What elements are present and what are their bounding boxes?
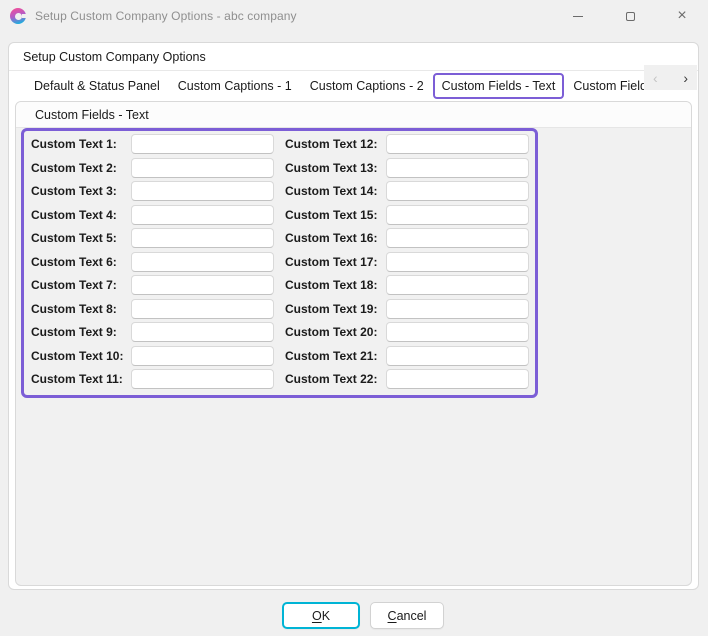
- groupbox-title: Custom Fields - Text: [35, 108, 149, 122]
- groupbox-header: Custom Fields - Text: [16, 102, 691, 128]
- custom-text-8-label: Custom Text 8:: [31, 302, 131, 316]
- window-title: Setup Custom Company Options - abc compa…: [35, 9, 297, 23]
- custom-text-13-input[interactable]: [386, 158, 529, 178]
- custom-text-3-input[interactable]: [131, 181, 274, 201]
- custom-text-16-label: Custom Text 16:: [285, 231, 386, 245]
- custom-text-13-label: Custom Text 13:: [285, 161, 386, 175]
- custom-text-19-input[interactable]: [386, 299, 529, 319]
- custom-text-11-input[interactable]: [131, 369, 274, 389]
- custom-text-18-label: Custom Text 18:: [285, 278, 386, 292]
- tabstrip: Default & Status Panel Custom Captions -…: [9, 71, 698, 101]
- custom-text-3-label: Custom Text 3:: [31, 184, 131, 198]
- fields-grid: Custom Text 1: Custom Text 12: Custom Text…: [31, 134, 533, 390]
- custom-text-19-label: Custom Text 19:: [285, 302, 386, 316]
- dialog-header: Setup Custom Company Options: [9, 43, 698, 71]
- custom-text-17-label: Custom Text 17:: [285, 255, 386, 269]
- custom-fields-panel: Custom Text 1: Custom Text 12: Custom Text…: [21, 128, 538, 398]
- custom-text-20-label: Custom Text 20:: [285, 325, 386, 339]
- custom-text-10-input[interactable]: [131, 346, 274, 366]
- tab-scroll-right-button[interactable]: ›: [683, 71, 688, 85]
- custom-text-7-input[interactable]: [131, 275, 274, 295]
- tab-custom-captions-2[interactable]: Custom Captions - 2: [301, 73, 433, 99]
- app-logo-icon: [10, 8, 26, 24]
- minimize-button[interactable]: [552, 0, 604, 32]
- custom-text-17-input[interactable]: [386, 252, 529, 272]
- tab-default-status-panel[interactable]: Default & Status Panel: [25, 73, 169, 99]
- custom-text-1-label: Custom Text 1:: [31, 137, 131, 151]
- custom-text-11-label: Custom Text 11:: [31, 372, 131, 386]
- groupbox-custom-fields-text: Custom Fields - Text Custom Text 1:Custo…: [15, 101, 692, 586]
- custom-text-14-label: Custom Text 14:: [285, 184, 386, 198]
- dialog-panel: Setup Custom Company Options Default & S…: [8, 42, 699, 590]
- maximize-button[interactable]: [604, 0, 656, 32]
- tab-scroll-left-button[interactable]: ‹: [653, 71, 658, 85]
- custom-text-7-label: Custom Text 7:: [31, 278, 131, 292]
- tab-scroll-controls: ‹ ›: [644, 65, 697, 90]
- custom-text-1-input[interactable]: [131, 134, 274, 154]
- minimize-icon: [573, 16, 583, 17]
- custom-text-22-label: Custom Text 22:: [285, 372, 386, 386]
- tab-custom-fields-text[interactable]: Custom Fields - Text: [433, 73, 565, 99]
- custom-text-6-label: Custom Text 6:: [31, 255, 131, 269]
- maximize-icon: [626, 12, 635, 21]
- custom-text-12-input[interactable]: [386, 134, 529, 154]
- ok-button[interactable]: OK: [282, 602, 360, 629]
- custom-text-8-input[interactable]: [131, 299, 274, 319]
- custom-text-15-input[interactable]: [386, 205, 529, 225]
- custom-text-5-input[interactable]: [131, 228, 274, 248]
- dialog-button-row: OK Cancel: [0, 602, 708, 629]
- custom-text-4-input[interactable]: [131, 205, 274, 225]
- close-icon: ×: [677, 8, 686, 24]
- custom-text-2-label: Custom Text 2:: [31, 161, 131, 175]
- custom-text-12-label: Custom Text 12:: [285, 137, 386, 151]
- custom-text-15-label: Custom Text 15:: [285, 208, 386, 222]
- custom-text-9-input[interactable]: [131, 322, 274, 342]
- custom-text-16-input[interactable]: [386, 228, 529, 248]
- custom-text-22-input[interactable]: [386, 369, 529, 389]
- tab-custom-captions-1[interactable]: Custom Captions - 1: [169, 73, 301, 99]
- close-button[interactable]: ×: [656, 0, 708, 32]
- cancel-button[interactable]: Cancel: [370, 602, 444, 629]
- dialog-title: Setup Custom Company Options: [23, 50, 206, 64]
- custom-text-21-input[interactable]: [386, 346, 529, 366]
- custom-text-9-label: Custom Text 9:: [31, 325, 131, 339]
- custom-text-6-input[interactable]: [131, 252, 274, 272]
- custom-text-14-input[interactable]: [386, 181, 529, 201]
- custom-text-5-label: Custom Text 5:: [31, 231, 131, 245]
- custom-text-10-label: Custom Text 10:: [31, 349, 131, 363]
- custom-text-4-label: Custom Text 4:: [31, 208, 131, 222]
- custom-text-2-input[interactable]: [131, 158, 274, 178]
- custom-text-18-input[interactable]: [386, 275, 529, 295]
- titlebar: Setup Custom Company Options - abc compa…: [0, 0, 708, 32]
- custom-text-20-input[interactable]: [386, 322, 529, 342]
- window-controls: ×: [552, 0, 708, 32]
- custom-text-21-label: Custom Text 21:: [285, 349, 386, 363]
